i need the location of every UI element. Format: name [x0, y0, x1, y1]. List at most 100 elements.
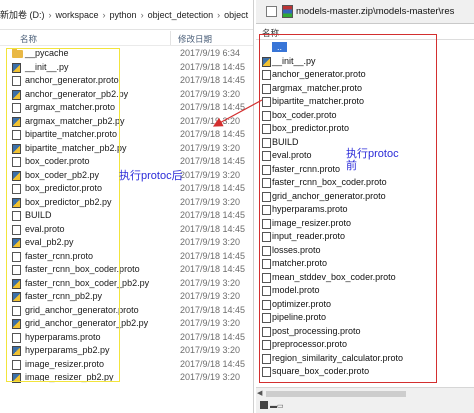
archive-row[interactable]: losses.proto	[256, 244, 474, 258]
file-row[interactable]: faster_rcnn_box_coder_pb2.py 2017/9/19 3:…	[0, 277, 253, 291]
status-bar: ▬▭	[256, 399, 474, 413]
archive-row[interactable]: mean_stddev_box_coder.proto	[256, 271, 474, 285]
column-header-date[interactable]: 修改日期	[178, 33, 212, 45]
file-row[interactable]: __init__.py 2017/9/18 14:45	[0, 61, 253, 75]
horizontal-scrollbar[interactable]: ◀	[256, 387, 474, 399]
file-icon	[262, 313, 271, 323]
file-row[interactable]: box_predictor.proto 2017/9/18 14:45	[0, 182, 253, 196]
breadcrumb-workspace[interactable]: workspace	[56, 10, 99, 20]
archive-row[interactable]: box_coder.proto	[256, 109, 474, 123]
file-row[interactable]: bipartite_matcher_pb2.py 2017/9/19 3:20	[0, 142, 253, 156]
archive-file-name: faster_rcnn.proto	[272, 163, 341, 174]
archive-file-name: faster_rcnn_box_coder.proto	[272, 177, 387, 187]
folder-icon	[12, 48, 23, 58]
archive-row[interactable]: box_predictor.proto	[256, 122, 474, 136]
python-file-icon	[12, 143, 21, 154]
archive-row[interactable]: hyperparams.proto	[256, 203, 474, 217]
file-icon	[12, 184, 21, 194]
archive-row[interactable]: preprocessor.proto	[256, 338, 474, 352]
python-file-icon	[12, 62, 21, 73]
archive-row[interactable]: bipartite_matcher.proto	[256, 95, 474, 109]
file-row[interactable]: anchor_generator_pb2.py 2017/9/19 3:20	[0, 88, 253, 102]
file-row[interactable]: bipartite_matcher.proto 2017/9/18 14:45	[0, 128, 253, 142]
file-date: 2017/9/19 3:20	[180, 277, 241, 288]
file-name: anchor_generator_pb2.py	[25, 88, 129, 99]
file-row[interactable]: hyperparams.proto 2017/9/18 14:45	[0, 331, 253, 345]
column-divider[interactable]	[170, 31, 171, 45]
breadcrumb-object-detection[interactable]: object_detection	[148, 10, 214, 20]
python-file-icon	[262, 56, 271, 67]
file-row[interactable]: __pycache 2017/9/19 6:34	[0, 47, 253, 61]
file-row[interactable]: grid_anchor_generator_pb2.py 2017/9/19 3:…	[0, 317, 253, 331]
file-name: eval_pb2.py	[25, 237, 74, 247]
file-name: box_coder.proto	[25, 156, 90, 166]
archive-file-name: anchor_generator.proto	[272, 69, 366, 79]
file-row[interactable]: eval_pb2.py 2017/9/19 3:20	[0, 236, 253, 250]
file-row[interactable]: eval.proto 2017/9/18 14:45	[0, 223, 253, 237]
file-row[interactable]: argmax_matcher.proto 2017/9/18 14:45	[0, 101, 253, 115]
file-icon	[262, 299, 271, 310]
file-row[interactable]: box_predictor_pb2.py 2017/9/19 3:20	[0, 196, 253, 210]
file-row[interactable]: faster_rcnn_pb2.py 2017/9/19 3:20	[0, 290, 253, 304]
file-date: 2017/9/18 14:45	[180, 304, 246, 315]
status-connector-icon: ▬▭	[270, 403, 284, 410]
file-icon	[12, 157, 21, 167]
file-row[interactable]: image_resizer.proto 2017/9/18 14:45	[0, 358, 253, 372]
file-name: image_resizer_pb2.py	[25, 372, 114, 382]
archive-row[interactable]: ..	[256, 41, 474, 55]
archive-viewer-window: models-master.zip\models-master\res 名称 .…	[256, 0, 474, 413]
column-header-name[interactable]: 名称	[20, 33, 37, 45]
select-all-checkbox[interactable]	[266, 6, 277, 17]
python-file-icon	[12, 116, 21, 127]
file-icon	[12, 359, 21, 370]
archive-row[interactable]: grid_anchor_generator.proto	[256, 190, 474, 204]
file-row[interactable]: argmax_matcher_pb2.py 2017/9/19 3:20	[0, 115, 253, 129]
archive-row[interactable]: matcher.proto	[256, 257, 474, 271]
file-row[interactable]: image_resizer_pb2.py 2017/9/19 3:20	[0, 371, 253, 385]
archive-row[interactable]: region_similarity_calculator.proto	[256, 352, 474, 366]
archive-row[interactable]: optimizer.proto	[256, 298, 474, 312]
file-row[interactable]: hyperparams_pb2.py 2017/9/19 3:20	[0, 344, 253, 358]
archive-file-name: losses.proto	[272, 244, 321, 255]
python-file-icon	[12, 346, 21, 356]
archive-file-name: mean_stddev_box_coder.proto	[272, 271, 396, 282]
file-name: faster_rcnn_box_coder.proto	[25, 264, 140, 274]
file-icon	[262, 367, 271, 377]
archive-row[interactable]: argmax_matcher.proto	[256, 82, 474, 96]
archive-path: models-master.zip\models-master\res	[296, 6, 455, 17]
breadcrumb-drive[interactable]: 新加卷 (D:)	[0, 8, 45, 21]
archive-row[interactable]: __init__.py	[256, 55, 474, 69]
archive-row[interactable]: input_reader.proto	[256, 230, 474, 244]
file-row[interactable]: BUILD 2017/9/18 14:45	[0, 209, 253, 223]
archive-row[interactable]: BUILD	[256, 136, 474, 150]
scroll-left-icon[interactable]: ◀	[257, 390, 265, 398]
archive-file-name: input_reader.proto	[272, 231, 346, 241]
file-icon	[12, 224, 21, 235]
archive-column-name[interactable]: 名称	[262, 27, 279, 39]
file-row[interactable]: faster_rcnn.proto 2017/9/18 14:45	[0, 250, 253, 264]
archive-row[interactable]: post_processing.proto	[256, 325, 474, 339]
file-date: 2017/9/19 3:20	[180, 88, 241, 99]
file-icon	[262, 286, 271, 296]
archive-row[interactable]: faster_rcnn_box_coder.proto	[256, 176, 474, 190]
scrollbar-thumb[interactable]	[266, 391, 406, 397]
archive-file-name: preprocessor.proto	[272, 339, 348, 349]
file-row[interactable]: grid_anchor_generator.proto 2017/9/18 14:…	[0, 304, 253, 318]
archive-file-name: region_similarity_calculator.proto	[272, 352, 404, 363]
breadcrumb-object[interactable]: object	[224, 10, 248, 20]
status-icon	[260, 401, 268, 409]
archive-file-name: argmax_matcher.proto	[272, 82, 363, 93]
file-icon	[262, 340, 271, 350]
breadcrumb: 新加卷 (D:) › workspace › python › object_d…	[0, 0, 253, 30]
file-date: 2017/9/18 14:45	[180, 223, 246, 234]
file-date: 2017/9/18 14:45	[180, 129, 246, 139]
breadcrumb-python[interactable]: python	[110, 10, 137, 20]
file-row[interactable]: faster_rcnn_box_coder.proto 2017/9/18 14:…	[0, 263, 253, 277]
archive-row[interactable]: pipeline.proto	[256, 311, 474, 325]
archive-title-bar: models-master.zip\models-master\res	[256, 0, 474, 24]
archive-row[interactable]: model.proto	[256, 284, 474, 298]
archive-row[interactable]: anchor_generator.proto	[256, 68, 474, 82]
archive-row[interactable]: square_box_coder.proto	[256, 365, 474, 379]
archive-row[interactable]: image_resizer.proto	[256, 217, 474, 231]
file-row[interactable]: anchor_generator.proto 2017/9/18 14:45	[0, 74, 253, 88]
